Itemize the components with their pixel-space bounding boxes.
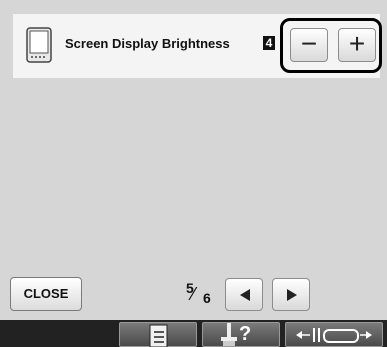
checklist-button[interactable]	[119, 322, 197, 347]
help-icon: ?	[239, 323, 252, 345]
close-button[interactable]: CLOSE	[10, 277, 82, 311]
arrow-right-icon	[287, 289, 297, 301]
setting-label: Screen Display Brightness	[65, 36, 230, 51]
settings-screen: Screen Display Brightness 4 − + CLOSE 5 …	[0, 0, 387, 347]
next-page-button[interactable]	[272, 278, 310, 311]
checklist-icon	[149, 324, 168, 347]
increase-button[interactable]: +	[338, 28, 376, 62]
decrease-button[interactable]: −	[290, 28, 328, 62]
page-slash: ⁄	[192, 284, 196, 304]
brightness-value: 4	[263, 36, 275, 50]
presser-foot-adjust-icon	[296, 328, 372, 343]
needle-icon	[221, 323, 237, 346]
presser-foot-adjust-button[interactable]	[285, 322, 383, 347]
page-total: 6	[203, 290, 211, 306]
help-button[interactable]: ?	[202, 322, 280, 347]
arrow-left-icon	[240, 289, 250, 301]
device-icon	[26, 27, 52, 63]
previous-page-button[interactable]	[225, 278, 263, 311]
